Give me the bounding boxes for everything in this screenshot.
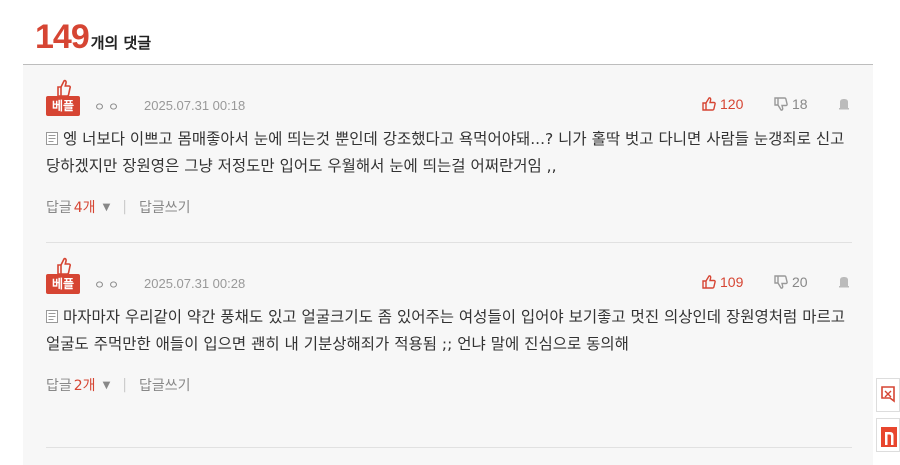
- comment-item: 베플 ㅇㅇ 2025.07.31 00:28 109 20 마자마자 우리같이 …: [46, 257, 852, 395]
- naver-icon[interactable]: [876, 418, 900, 452]
- comment-meta: 베플 ㅇㅇ 2025.07.31 00:18 120 18: [46, 79, 852, 123]
- chat-glyph: [881, 386, 895, 403]
- comment-nickname[interactable]: ㅇㅇ: [94, 276, 122, 293]
- reply-count: 4개: [73, 200, 96, 216]
- memo-icon: [46, 132, 58, 145]
- upvote-count: 109: [720, 274, 744, 290]
- caret-down-icon: ▼: [102, 379, 111, 391]
- separator: |: [122, 377, 127, 393]
- comment-date: 2025.07.31 00:18: [144, 98, 246, 113]
- thumbs-up-icon: [57, 79, 71, 97]
- best-badge-label: 베플: [46, 274, 80, 294]
- reply-toggle[interactable]: 답글 4개 ▼: [46, 197, 110, 217]
- thumbs-down-icon: [774, 97, 788, 111]
- chat-icon[interactable]: [876, 378, 900, 412]
- best-comment-badge: 베플: [46, 79, 80, 119]
- best-badge-label: 베플: [46, 96, 80, 116]
- comment-list: 베플 ㅇㅇ 2025.07.31 00:18 120 18 엥 너보다 이쁘고 …: [23, 64, 873, 465]
- reply-label: 답글: [46, 378, 72, 394]
- caret-down-icon: ▼: [102, 201, 111, 213]
- downvote-button[interactable]: 20: [774, 274, 808, 290]
- reply-label: 답글: [46, 200, 72, 216]
- thumbs-up-icon: [702, 275, 716, 289]
- comment-actions: 답글 4개 ▼ | 답글쓰기: [46, 197, 852, 217]
- comment-actions: 답글 2개 ▼ | 답글쓰기: [46, 375, 852, 395]
- comment-body: 엥 너보다 이쁘고 몸매좋아서 눈에 띄는것 뿐인데 강조했다고 욕먹어야돼..…: [46, 126, 852, 180]
- write-reply-button[interactable]: 답글쓰기: [139, 197, 191, 217]
- comment-count-header: 149 개의 댓글: [35, 18, 151, 57]
- separator: |: [122, 199, 127, 215]
- comment-date: 2025.07.31 00:28: [144, 276, 246, 291]
- comment-count-label: 개의 댓글: [90, 34, 152, 52]
- upvote-button[interactable]: 109: [702, 274, 743, 290]
- comment-divider: [46, 242, 852, 243]
- reply-count: 2개: [73, 378, 96, 394]
- comment-text: 마자마자 우리같이 약간 풍채도 있고 얼굴크기도 좀 있어주는 여성들이 입어…: [46, 308, 845, 353]
- thumbs-up-icon: [702, 97, 716, 111]
- downvote-count: 18: [792, 96, 808, 112]
- thumbs-down-icon: [774, 275, 788, 289]
- comment-count: 149: [35, 18, 90, 56]
- naver-glyph: [881, 427, 897, 447]
- downvote-button[interactable]: 18: [774, 96, 808, 112]
- report-icon[interactable]: [838, 98, 850, 110]
- comment-item: 베플 ㅇㅇ 2025.07.31 00:18 120 18 엥 너보다 이쁘고 …: [46, 79, 852, 217]
- reply-toggle[interactable]: 답글 2개 ▼: [46, 375, 110, 395]
- report-icon[interactable]: [838, 276, 850, 288]
- write-reply-button[interactable]: 답글쓰기: [139, 375, 191, 395]
- comment-text: 엥 너보다 이쁘고 몸매좋아서 눈에 띄는것 뿐인데 강조했다고 욕먹어야돼..…: [46, 130, 845, 175]
- comment-nickname[interactable]: ㅇㅇ: [94, 98, 122, 115]
- downvote-count: 20: [792, 274, 808, 290]
- thumbs-up-icon: [57, 257, 71, 275]
- memo-icon: [46, 310, 58, 323]
- comment-body: 마자마자 우리같이 약간 풍채도 있고 얼굴크기도 좀 있어주는 여성들이 입어…: [46, 304, 852, 358]
- upvote-button[interactable]: 120: [702, 96, 743, 112]
- comment-divider: [46, 447, 852, 448]
- upvote-count: 120: [720, 96, 744, 112]
- best-comment-badge: 베플: [46, 257, 80, 297]
- comment-meta: 베플 ㅇㅇ 2025.07.31 00:28 109 20: [46, 257, 852, 301]
